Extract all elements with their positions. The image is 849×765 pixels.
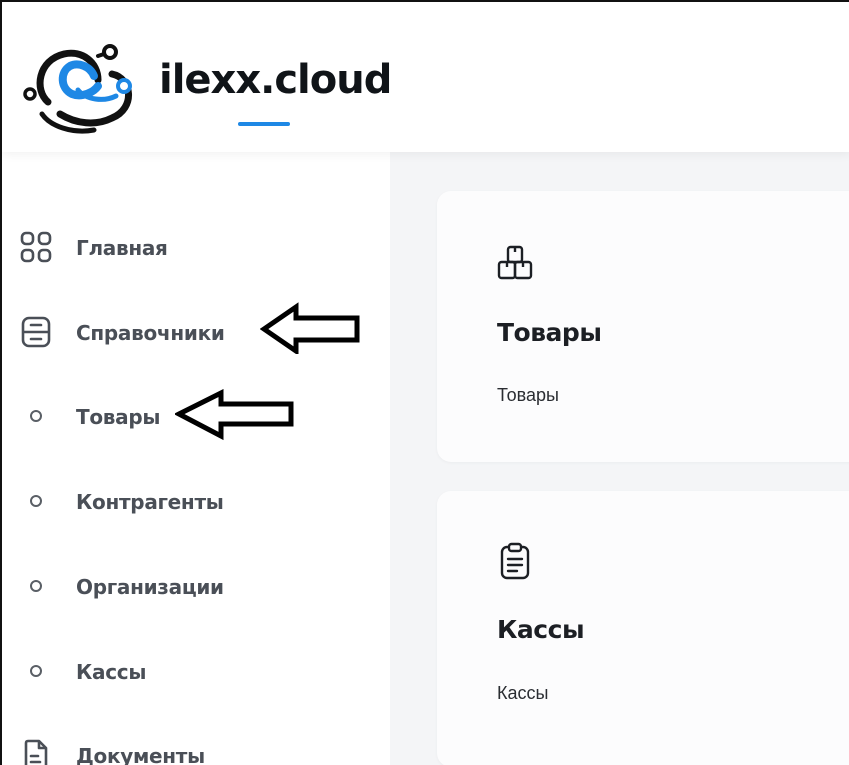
sidebar-item-documents[interactable]: Документы <box>2 736 390 765</box>
boxes-icon <box>497 245 533 280</box>
directory-icon <box>19 315 53 349</box>
sidebar-item-home[interactable]: Главная <box>2 228 390 268</box>
card-subtitle: Товары <box>497 385 559 405</box>
left-arrow-icon <box>260 302 360 354</box>
bullet-icon <box>19 399 53 433</box>
bullet-icon <box>19 654 53 688</box>
card-title: Товары <box>497 318 602 347</box>
sidebar-item-organizations[interactable]: Организации <box>2 567 390 607</box>
card-subtitle: Кассы <box>497 683 549 703</box>
left-arrow-icon <box>175 389 294 441</box>
brand-name[interactable]: ilexx.cloud <box>159 60 392 100</box>
sidebar-item-label: Справочники <box>76 321 225 345</box>
card-title: Кассы <box>497 615 585 644</box>
logo-icon <box>23 44 132 134</box>
app-window: ilexx.cloud Главная Справочники Товары К… <box>0 0 849 765</box>
clipboard-icon <box>500 542 530 580</box>
card-goods[interactable]: Товары Товары <box>437 191 849 462</box>
sidebar-item-label: Главная <box>76 236 168 260</box>
sidebar-item-label: Кассы <box>76 660 147 684</box>
card-cash-registers[interactable]: Кассы Кассы <box>437 491 849 765</box>
sidebar: Главная Справочники Товары Контрагенты О… <box>2 152 390 765</box>
sidebar-item-label: Контрагенты <box>76 490 224 514</box>
grid-icon <box>19 230 53 264</box>
sidebar-item-counterparties[interactable]: Контрагенты <box>2 482 390 522</box>
document-icon <box>19 738 53 765</box>
bullet-icon <box>19 569 53 603</box>
main-content: Товары Товары Кассы Кассы <box>390 152 849 765</box>
brand-underline <box>238 122 290 126</box>
sidebar-item-label: Документы <box>76 744 205 765</box>
bullet-icon <box>19 484 53 518</box>
sidebar-item-label: Организации <box>76 575 224 599</box>
sidebar-item-cash-registers[interactable]: Кассы <box>2 652 390 692</box>
sidebar-item-label: Товары <box>76 405 161 429</box>
top-header: ilexx.cloud <box>2 2 849 152</box>
